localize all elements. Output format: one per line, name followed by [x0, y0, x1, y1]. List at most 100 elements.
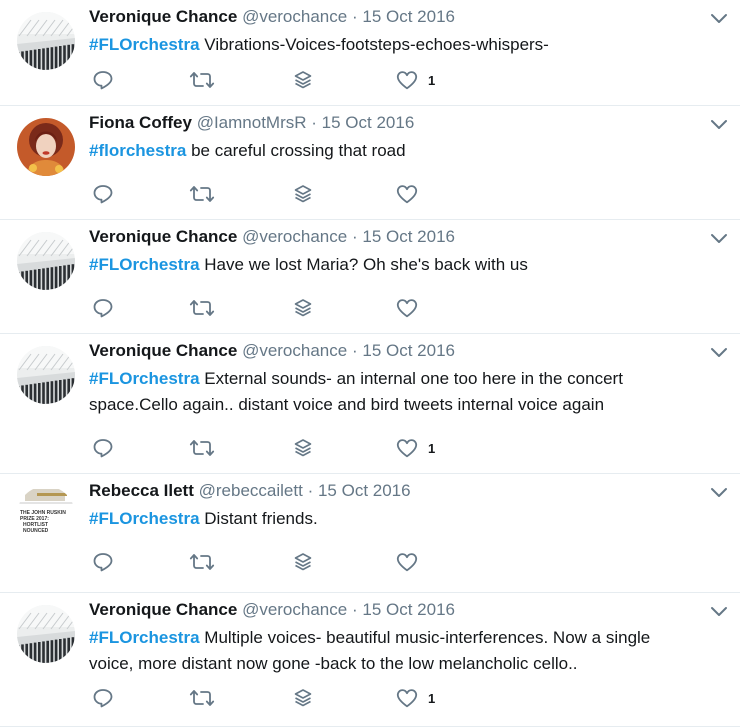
tweet-header: Veronique Chance @verochance · 15 Oct 20… — [89, 226, 455, 248]
avatar-caption-line: NOUNCED — [23, 528, 49, 534]
like-button[interactable]: 1 — [396, 67, 435, 93]
tweet-text: #florchestra be careful crossing that ro… — [89, 138, 689, 164]
tweet-text: #FLOrchestra Multiple voices- beautiful … — [89, 625, 689, 677]
chevron-down-icon[interactable] — [708, 482, 730, 502]
tweet-header: Veronique Chance @verochance · 15 Oct 20… — [89, 6, 455, 28]
stack-icon — [293, 438, 313, 458]
retweet-button[interactable] — [189, 67, 215, 93]
like-count: 1 — [428, 72, 436, 88]
reply-button[interactable] — [92, 685, 114, 711]
reply-button[interactable] — [92, 435, 114, 461]
avatar[interactable] — [17, 118, 75, 176]
reply-button[interactable] — [92, 181, 114, 207]
like-button[interactable]: 1 — [396, 685, 435, 711]
user-handle[interactable]: @rebeccailett — [199, 481, 303, 500]
user-handle[interactable]: @verochance — [242, 7, 347, 26]
direct-message-button[interactable] — [293, 181, 313, 207]
direct-message-button[interactable] — [293, 67, 313, 93]
like-button[interactable] — [396, 549, 428, 575]
avatar[interactable] — [17, 232, 75, 290]
tweet-header: Veronique Chance @verochance · 15 Oct 20… — [89, 599, 455, 621]
chevron-down-icon[interactable] — [708, 114, 730, 134]
reply-icon — [92, 298, 114, 318]
direct-message-button[interactable] — [293, 685, 313, 711]
stack-icon — [293, 184, 313, 204]
retweet-icon — [189, 70, 215, 90]
heart-icon — [396, 70, 418, 90]
display-name[interactable]: Fiona Coffey — [89, 113, 192, 132]
retweet-icon — [189, 552, 215, 572]
heart-icon — [396, 298, 418, 318]
user-handle[interactable]: @verochance — [242, 600, 347, 619]
user-handle[interactable]: @IamnotMrsR — [197, 113, 307, 132]
direct-message-button[interactable] — [293, 295, 313, 321]
tweet-header: Fiona Coffey @IamnotMrsR · 15 Oct 2016 — [89, 112, 414, 134]
retweet-button[interactable] — [189, 685, 215, 711]
hashtag-link[interactable]: #FLOrchestra — [89, 369, 200, 388]
tweet-body: Vibrations-Voices-footsteps-echoes-whisp… — [204, 35, 549, 54]
chevron-down-icon[interactable] — [708, 342, 730, 362]
separator-dot: · — [311, 113, 317, 132]
user-handle[interactable]: @verochance — [242, 341, 347, 360]
reply-icon — [92, 552, 114, 572]
chevron-down-icon[interactable] — [708, 228, 730, 248]
retweet-icon — [189, 438, 215, 458]
display-name[interactable]: Rebecca Ilett — [89, 481, 194, 500]
tweet-text: #FLOrchestra Vibrations-Voices-footsteps… — [89, 32, 689, 58]
tweet-date[interactable]: 15 Oct 2016 — [362, 7, 455, 26]
chevron-down-icon[interactable] — [708, 8, 730, 28]
hashtag-link[interactable]: #FLOrchestra — [89, 628, 200, 647]
tweet-actions: 1 — [89, 435, 489, 461]
tweet[interactable]: Fiona Coffey @IamnotMrsR · 15 Oct 2016 #f… — [0, 106, 740, 220]
retweet-icon — [189, 298, 215, 318]
display-name[interactable]: Veronique Chance — [89, 341, 237, 360]
retweet-icon — [189, 688, 215, 708]
separator-dot: · — [351, 600, 358, 619]
reply-button[interactable] — [92, 67, 114, 93]
tweet-header: Veronique Chance @verochance · 15 Oct 20… — [89, 340, 455, 362]
tweet-date[interactable]: 15 Oct 2016 — [362, 600, 455, 619]
tweet-date[interactable]: 15 Oct 2016 — [362, 227, 455, 246]
avatar[interactable] — [17, 12, 75, 70]
tweet-text: #FLOrchestra Distant friends. — [89, 506, 689, 532]
avatar[interactable] — [17, 346, 75, 404]
tweet[interactable]: Veronique Chance @verochance · 15 Oct 20… — [0, 593, 740, 727]
user-handle[interactable]: @verochance — [242, 227, 347, 246]
stack-icon — [293, 688, 313, 708]
tweet-date[interactable]: 15 Oct 2016 — [362, 341, 455, 360]
display-name[interactable]: Veronique Chance — [89, 7, 237, 26]
tweet[interactable]: Veronique Chance @verochance · 15 Oct 20… — [0, 334, 740, 474]
direct-message-button[interactable] — [293, 549, 313, 575]
reply-button[interactable] — [92, 549, 114, 575]
tweet[interactable]: Veronique Chance @verochance · 15 Oct 20… — [0, 0, 740, 106]
reply-button[interactable] — [92, 295, 114, 321]
reply-icon — [92, 70, 114, 90]
hashtag-link[interactable]: #FLOrchestra — [89, 255, 200, 274]
like-button[interactable] — [396, 181, 428, 207]
like-count: 1 — [428, 690, 436, 706]
like-count: 1 — [428, 440, 436, 456]
direct-message-button[interactable] — [293, 435, 313, 461]
chevron-down-icon[interactable] — [708, 601, 730, 621]
like-button[interactable]: 1 — [396, 435, 435, 461]
tweet-date[interactable]: 15 Oct 2016 — [322, 113, 415, 132]
hashtag-link[interactable]: #FLOrchestra — [89, 35, 200, 54]
tweet-date[interactable]: 15 Oct 2016 — [318, 481, 411, 500]
display-name[interactable]: Veronique Chance — [89, 227, 237, 246]
display-name[interactable]: Veronique Chance — [89, 600, 237, 619]
tweet-actions — [89, 549, 489, 575]
hashtag-link[interactable]: #florchestra — [89, 141, 186, 160]
separator-dot: · — [351, 7, 358, 26]
retweet-button[interactable] — [189, 435, 215, 461]
tweet[interactable]: THE JOHN RUSKIN PRIZE 2017: HORTLIST NOUNCE… — [0, 474, 740, 593]
like-button[interactable] — [396, 295, 428, 321]
tweet[interactable]: Veronique Chance @verochance · 15 Oct 20… — [0, 220, 740, 334]
retweet-button[interactable] — [189, 295, 215, 321]
retweet-button[interactable] — [189, 549, 215, 575]
hashtag-link[interactable]: #FLOrchestra — [89, 509, 200, 528]
stack-icon — [293, 70, 313, 90]
tweet-actions: 1 — [89, 685, 489, 711]
avatar[interactable] — [17, 605, 75, 663]
retweet-button[interactable] — [189, 181, 215, 207]
avatar[interactable]: THE JOHN RUSKIN PRIZE 2017: HORTLIST NOUNCE… — [17, 486, 75, 544]
